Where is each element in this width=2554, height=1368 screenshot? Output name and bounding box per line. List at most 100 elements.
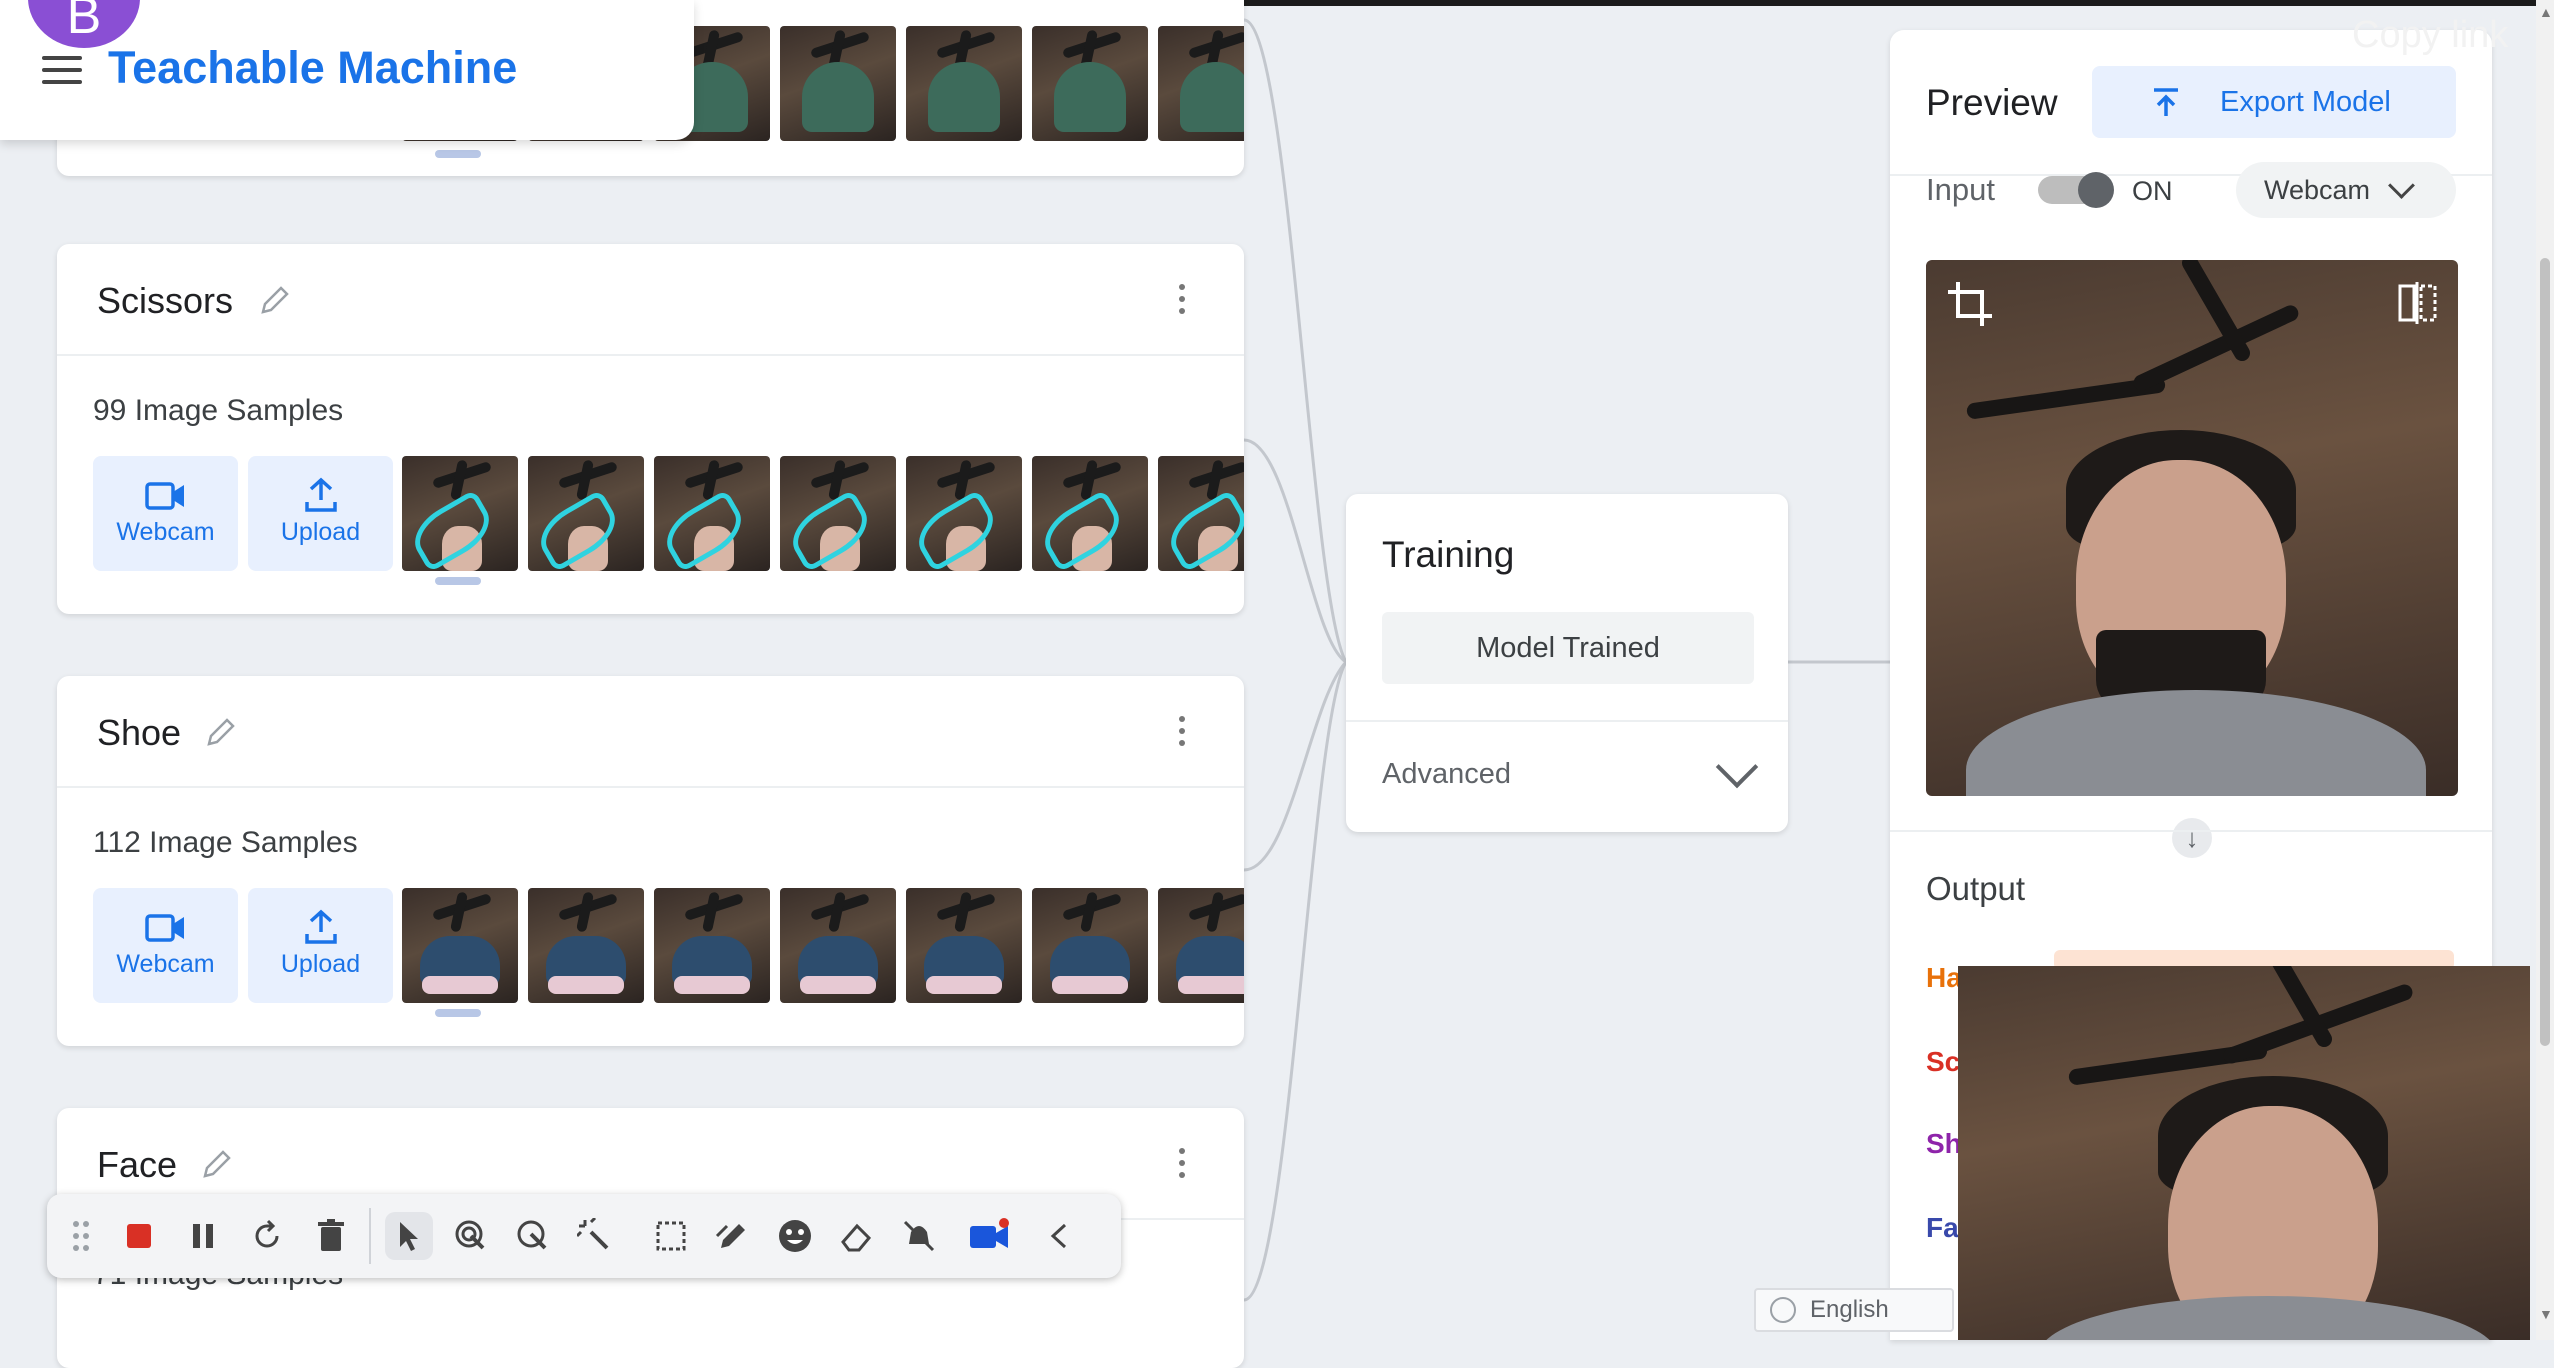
delete-icon[interactable]: [307, 1212, 355, 1260]
train-model-button[interactable]: Model Trained: [1382, 612, 1754, 684]
sample-thumbnail[interactable]: [906, 456, 1022, 571]
output-row-label: Sh: [1926, 1128, 1962, 1159]
edit-pencil-icon[interactable]: [255, 280, 295, 320]
spotlight-icon[interactable]: [509, 1212, 557, 1260]
edit-pencil-icon[interactable]: [201, 712, 241, 752]
card-divider: [57, 354, 1244, 356]
language-value: English: [1810, 1296, 1889, 1323]
presenter-webcam-overlay: [1958, 966, 2530, 1340]
video-title[interactable]: Machine Learning Video: [176, 0, 671, 20]
export-model-label: Export Model: [2220, 85, 2391, 118]
click-highlight-icon[interactable]: [447, 1212, 495, 1260]
chevron-down-icon: [2388, 171, 2415, 199]
sample-thumbnail[interactable]: [1032, 888, 1148, 1003]
class-name[interactable]: Face: [97, 1144, 177, 1186]
camera-icon[interactable]: [965, 1212, 1013, 1260]
eraser-icon[interactable]: [833, 1212, 881, 1260]
webcam-button[interactable]: Webcam: [93, 888, 238, 1003]
sample-thumbnail[interactable]: [528, 888, 644, 1003]
emoji-icon[interactable]: [771, 1212, 819, 1260]
toggle-state: ON: [2132, 176, 2173, 206]
sample-thumbnail[interactable]: [906, 26, 1022, 141]
output-row-label: Fa: [1926, 1212, 1959, 1243]
magic-cursor-icon[interactable]: [571, 1212, 619, 1260]
sample-thumbnail[interactable]: [780, 26, 896, 141]
upload-button[interactable]: Upload: [248, 456, 393, 571]
sample-thumbnail[interactable]: [1032, 456, 1148, 571]
webcam-button[interactable]: Webcam: [93, 456, 238, 571]
webcam-label: Webcam: [116, 950, 215, 978]
upload-button[interactable]: Upload: [248, 888, 393, 1003]
sample-thumbnail[interactable]: [402, 456, 518, 571]
chevron-down-icon[interactable]: [1715, 745, 1759, 789]
thumbnail-scrollbar[interactable]: [435, 577, 481, 585]
sample-thumbnails: [402, 456, 1244, 571]
crop-icon[interactable]: [1944, 278, 1996, 330]
sample-thumbnail[interactable]: [1158, 888, 1244, 1003]
sample-thumbnail[interactable]: [1158, 456, 1244, 571]
class-name[interactable]: Scissors: [97, 280, 233, 322]
sample-thumbnail[interactable]: [654, 456, 770, 571]
copy-link-button[interactable]: Copy link: [2352, 14, 2508, 57]
webcam-preview: [1926, 260, 2458, 796]
webcam-label: Webcam: [116, 518, 215, 546]
flip-camera-icon[interactable]: [2394, 280, 2440, 326]
edit-pencil-icon[interactable]: [197, 1144, 237, 1184]
class-name[interactable]: Shoe: [97, 712, 181, 754]
restart-icon[interactable]: [243, 1212, 291, 1260]
toolbar-separator: [369, 1208, 371, 1264]
sample-count: 112 Image Samples: [93, 826, 358, 859]
class-options-icon[interactable]: [1177, 284, 1187, 320]
sample-count: 99 Image Samples: [93, 394, 344, 427]
cursor-icon[interactable]: [385, 1212, 433, 1260]
card-divider: [57, 786, 1244, 788]
mute-notifications-icon[interactable]: [895, 1212, 943, 1260]
advanced-toggle[interactable]: Advanced: [1382, 758, 1511, 791]
upload-label: Upload: [280, 950, 361, 978]
language-select[interactable]: English: [1754, 1288, 1954, 1332]
class-options-icon[interactable]: [1177, 716, 1187, 752]
sample-thumbnail[interactable]: [1158, 26, 1244, 141]
region-select-icon[interactable]: [647, 1212, 695, 1260]
recording-toolbar: [47, 1194, 1121, 1278]
class-card-scissors: Scissors 99 Image Samples Webcam Upload: [57, 244, 1244, 614]
drag-handle-icon[interactable]: [57, 1212, 105, 1260]
scrollbar-thumb[interactable]: [2540, 258, 2550, 1046]
export-upload-icon: [2154, 88, 2178, 116]
class-card-shoe: Shoe 112 Image Samples Webcam Upload: [57, 676, 1244, 1046]
input-toggle[interactable]: [2038, 172, 2114, 208]
page-scrollbar[interactable]: ▲ ▼: [2536, 0, 2554, 1340]
globe-icon: [1770, 1297, 1796, 1323]
preview-divider: [1890, 830, 2492, 832]
hamburger-menu-icon[interactable]: [42, 56, 82, 86]
collapse-toolbar-icon[interactable]: [1035, 1212, 1083, 1260]
pause-icon[interactable]: [179, 1212, 227, 1260]
scroll-up-icon[interactable]: ▲: [2539, 4, 2553, 20]
sample-thumbnail[interactable]: [1032, 26, 1148, 141]
training-title: Training: [1382, 534, 1515, 575]
sample-thumbnail[interactable]: [528, 456, 644, 571]
sample-thumbnail[interactable]: [780, 456, 896, 571]
arrow-down-icon[interactable]: ↓: [2172, 818, 2212, 858]
upload-icon: [304, 909, 337, 944]
sample-thumbnail[interactable]: [906, 888, 1022, 1003]
webcam-icon: [144, 914, 184, 942]
webcam-icon: [144, 482, 184, 510]
sample-thumbnail[interactable]: [654, 888, 770, 1003]
stop-record-icon[interactable]: [115, 1212, 163, 1260]
scroll-down-icon[interactable]: ▼: [2539, 1306, 2553, 1322]
training-divider: [1346, 720, 1788, 722]
pen-icon[interactable]: [709, 1212, 757, 1260]
class-options-icon[interactable]: [1177, 1148, 1187, 1184]
thumbnail-scrollbar[interactable]: [435, 150, 481, 158]
thumbnail-scrollbar[interactable]: [435, 1009, 481, 1017]
input-source-select[interactable]: Webcam: [2236, 162, 2456, 218]
output-row-label: Sc: [1926, 1046, 1961, 1077]
output-row-label: Ha: [1926, 962, 1962, 993]
sample-thumbnail[interactable]: [780, 888, 896, 1003]
sample-thumbnail[interactable]: [402, 888, 518, 1003]
sample-thumbnails: [402, 888, 1244, 1003]
app-brand[interactable]: Teachable Machine: [108, 42, 517, 94]
preview-title: Preview: [1926, 82, 2058, 123]
export-model-button[interactable]: Export Model: [2092, 66, 2456, 138]
